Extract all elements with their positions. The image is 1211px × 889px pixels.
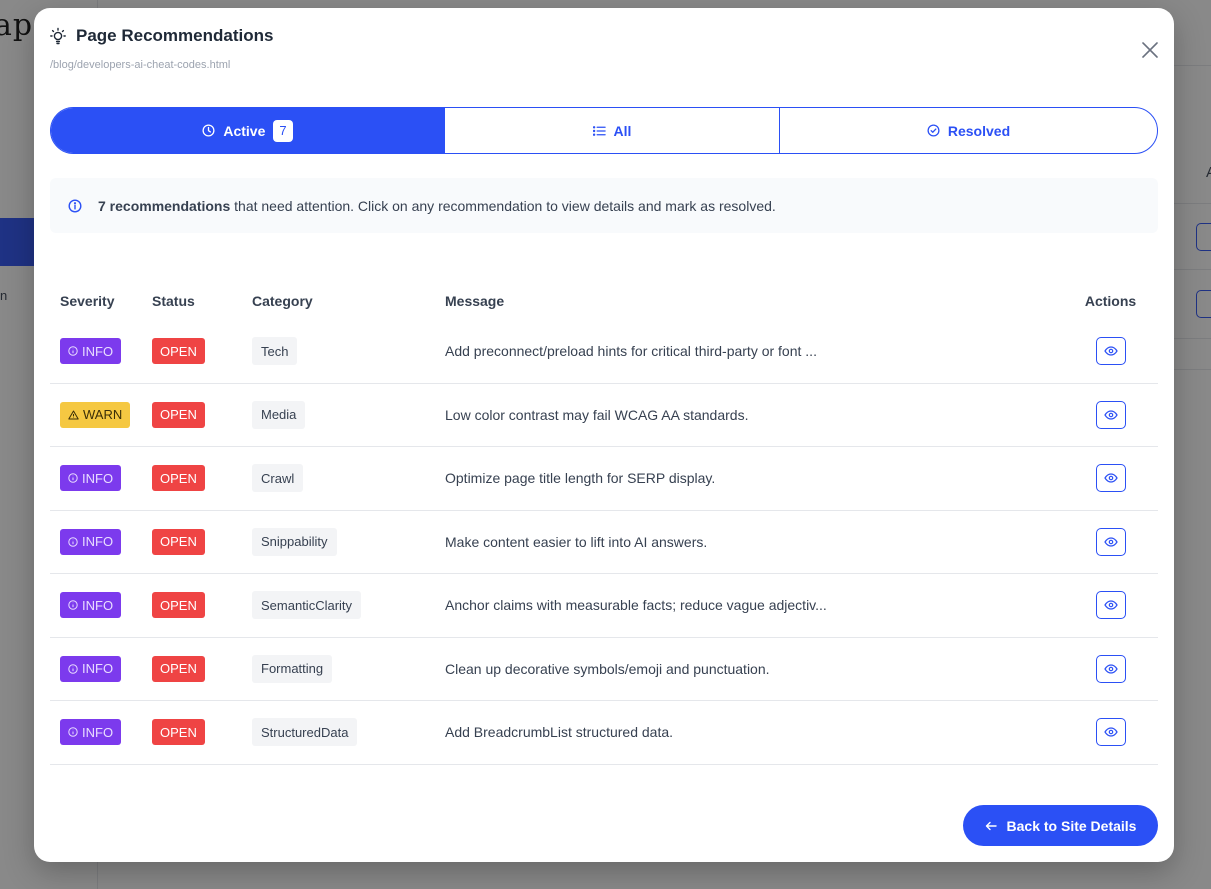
view-details-button[interactable] (1095, 654, 1126, 683)
view-details-button[interactable] (1095, 591, 1126, 620)
modal-header: Page Recommendations /blog/developers-ai… (50, 26, 1158, 71)
severity-badge: WARN (60, 401, 131, 428)
category-pill: SemanticClarity (252, 591, 362, 620)
message-text: Add preconnect/preload hints for critica… (445, 343, 817, 360)
severity-label: INFO (82, 343, 114, 359)
status-badge: OPEN (152, 655, 205, 682)
info-icon (68, 727, 78, 737)
eye-icon (1103, 346, 1118, 356)
severity-label: WARN (83, 407, 123, 423)
tab-resolved[interactable]: Resolved (779, 108, 1157, 153)
severity-badge: INFO (60, 528, 122, 555)
status-badge: OPEN (152, 592, 205, 619)
info-icon (68, 346, 78, 356)
category-pill: Snippability (252, 527, 337, 556)
category-pill: Tech (252, 337, 298, 366)
notice-count: 7 recommendations (98, 197, 231, 214)
info-icon (68, 473, 78, 483)
view-details-button[interactable] (1095, 527, 1126, 556)
message-text: Low color contrast may fail WCAG AA stan… (445, 406, 749, 423)
status-badge: OPEN (152, 465, 205, 492)
status-badge: OPEN (152, 401, 205, 428)
message-text: Make content easier to lift into AI answ… (445, 533, 708, 550)
category-pill: Crawl (252, 464, 304, 493)
title-row: Page Recommendations (50, 26, 1158, 46)
info-icon (68, 600, 78, 610)
warning-icon (68, 410, 79, 420)
recommendations-modal: Page Recommendations /blog/developers-ai… (34, 8, 1174, 862)
tab-active-label: Active (223, 122, 266, 139)
tab-resolved-label: Resolved (947, 122, 1011, 139)
header-category: Category (252, 293, 313, 309)
page-path: /blog/developers-ai-cheat-codes.html (50, 59, 231, 71)
severity-badge: INFO (60, 338, 122, 365)
status-tabs: Active 7 All Resolved (50, 107, 1158, 154)
view-details-button[interactable] (1095, 400, 1126, 429)
modal-title: Page Recommendations (76, 26, 274, 45)
table-row[interactable]: INFO OPEN Snippability Make content easi… (50, 511, 1158, 574)
table-row[interactable]: INFO OPEN Tech Add preconnect/preload hi… (50, 320, 1158, 384)
view-details-button[interactable] (1095, 718, 1126, 747)
info-icon (68, 537, 78, 547)
severity-badge: INFO (60, 719, 122, 746)
clock-icon (202, 124, 215, 137)
table-row[interactable]: INFO OPEN StructuredData Add BreadcrumbL… (50, 701, 1158, 765)
header-actions: Actions (1084, 293, 1137, 309)
table-row[interactable]: WARN OPEN Media Low color contrast may f… (50, 384, 1158, 447)
back-to-site-details-button[interactable]: Back to Site Details (963, 805, 1158, 846)
table-row[interactable]: INFO OPEN SemanticClarity Anchor claims … (50, 574, 1158, 638)
status-badge: OPEN (152, 528, 205, 555)
notice-message: that need attention. Click on any recomm… (230, 197, 776, 214)
message-text: Anchor claims with measurable facts; red… (445, 597, 827, 614)
severity-label: INFO (82, 661, 114, 677)
severity-label: INFO (82, 534, 114, 550)
eye-icon (1103, 473, 1118, 483)
table-header: Severity Status Category Message Actions (50, 282, 1158, 320)
severity-badge: INFO (60, 465, 122, 492)
list-icon (592, 125, 606, 136)
lightbulb-icon (50, 27, 66, 45)
info-icon (68, 664, 78, 674)
status-badge: OPEN (152, 338, 205, 365)
category-pill: Formatting (252, 654, 333, 683)
severity-label: INFO (82, 470, 114, 486)
severity-badge: INFO (60, 592, 122, 619)
info-notice: 7 recommendations that need attention. C… (50, 178, 1158, 233)
category-pill: Media (252, 400, 306, 429)
message-text: Optimize page title length for SERP disp… (445, 470, 716, 487)
tab-all-label: All (613, 122, 632, 139)
header-message: Message (445, 293, 505, 309)
severity-label: INFO (82, 597, 114, 613)
view-details-button[interactable] (1095, 337, 1126, 366)
active-count-badge: 7 (273, 119, 293, 142)
recommendations-table: Severity Status Category Message Actions… (50, 282, 1158, 765)
view-details-button[interactable] (1095, 464, 1126, 493)
severity-label: INFO (82, 724, 114, 740)
eye-icon (1103, 664, 1118, 674)
message-text: Clean up decorative symbols/emoji and pu… (445, 660, 770, 677)
tab-all[interactable]: All (444, 108, 779, 153)
table-row[interactable]: INFO OPEN Formatting Clean up decorative… (50, 638, 1158, 701)
header-severity: Severity (60, 293, 115, 309)
severity-badge: INFO (60, 655, 122, 682)
table-row[interactable]: INFO OPEN Crawl Optimize page title leng… (50, 447, 1158, 511)
eye-icon (1103, 410, 1118, 420)
arrow-left-icon (985, 821, 997, 830)
close-icon (1142, 42, 1158, 58)
check-circle-icon (927, 124, 940, 137)
back-button-label: Back to Site Details (1006, 817, 1137, 834)
info-circle-icon (68, 198, 82, 213)
eye-icon (1103, 537, 1118, 547)
close-button[interactable] (1140, 40, 1160, 60)
notice-text: 7 recommendations that need attention. C… (98, 198, 776, 214)
message-text: Add BreadcrumbList structured data. (445, 724, 674, 741)
eye-icon (1103, 727, 1118, 737)
category-pill: StructuredData (252, 718, 358, 747)
header-status: Status (152, 293, 195, 309)
status-badge: OPEN (152, 719, 205, 746)
tab-active[interactable]: Active 7 (51, 108, 444, 153)
eye-icon (1103, 600, 1118, 610)
